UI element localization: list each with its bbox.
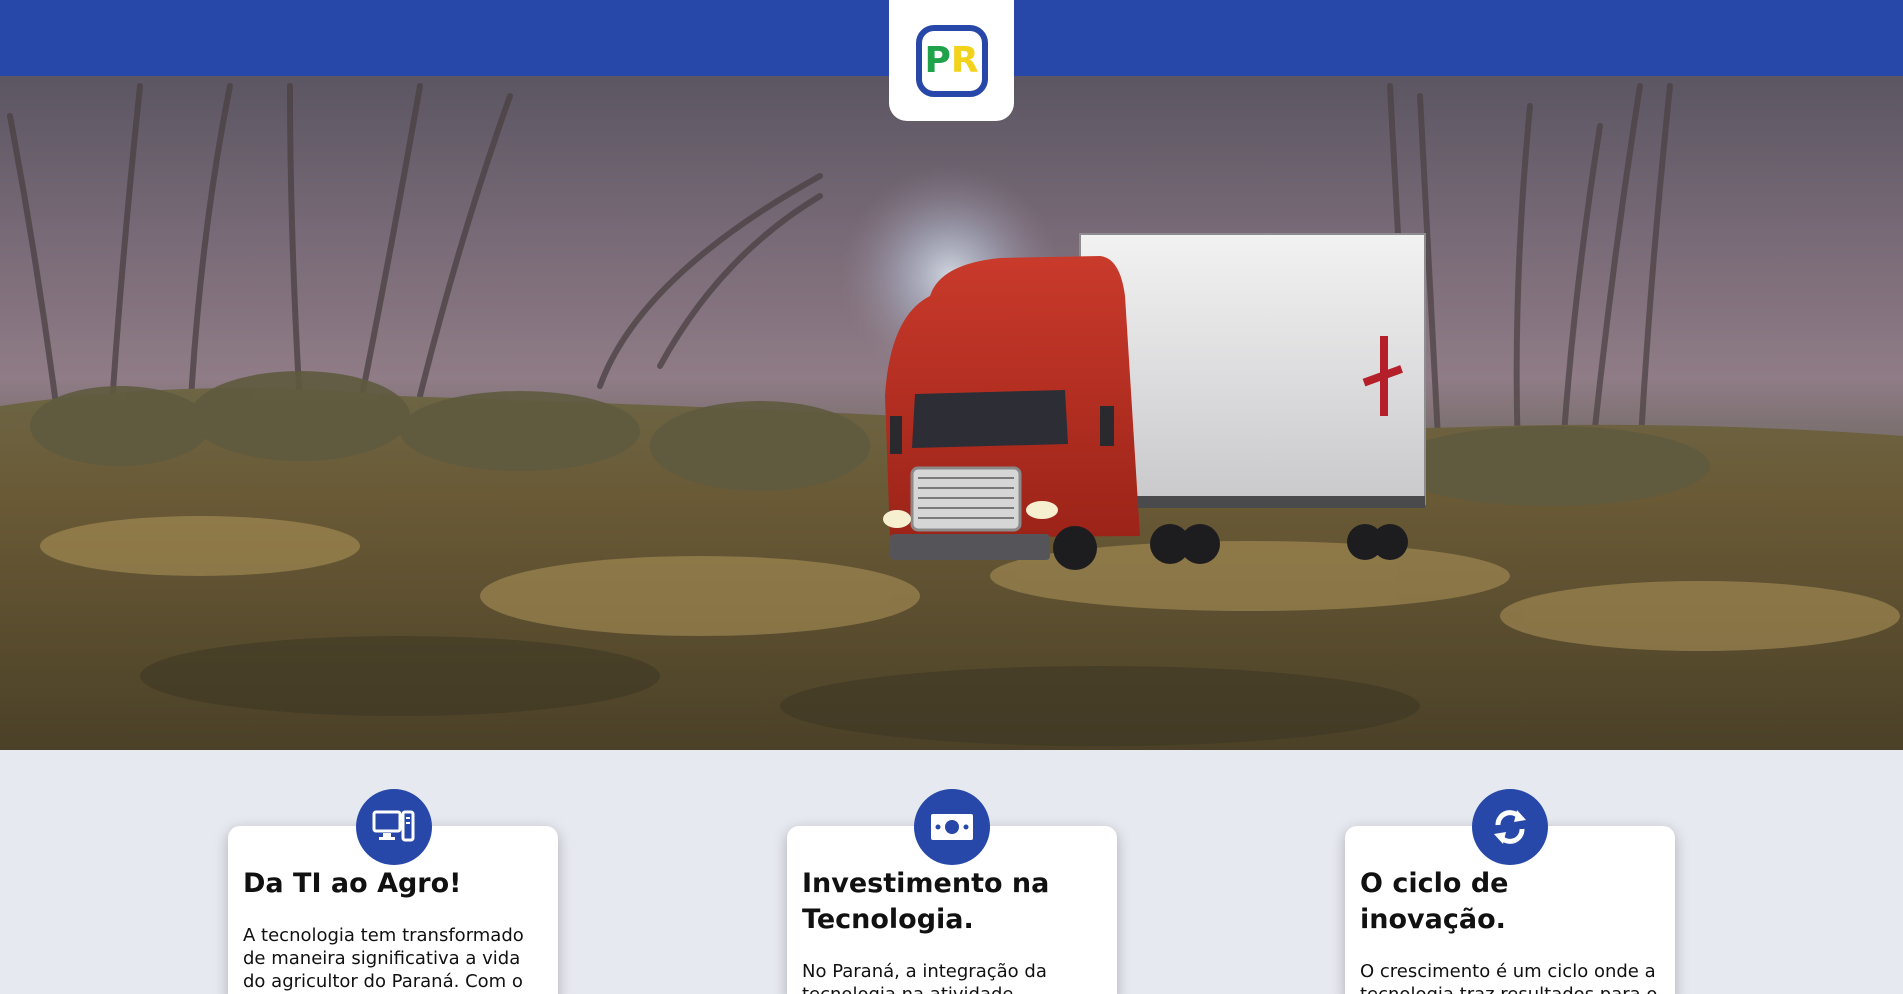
site-logo[interactable]: PR	[889, 0, 1014, 121]
card-title: Da TI ao Agro!	[243, 868, 462, 899]
card-title: Investimento na Tecnologia.	[802, 868, 1050, 935]
card-title: O ciclo de inovação.	[1360, 868, 1509, 935]
computer-icon	[356, 789, 432, 865]
logo-letter-r: R	[950, 39, 979, 81]
money-icon	[914, 789, 990, 865]
page: PR Da TI ao Agro! A tecnologia tem trans…	[0, 0, 1903, 994]
card-text: O crescimento é um ciclo onde a tecnolog…	[1360, 961, 1657, 994]
pr-logo-badge: PR	[915, 24, 988, 97]
card-text: A tecnologia tem transformado de maneira…	[243, 925, 524, 992]
logo-letter-p: P	[924, 39, 951, 81]
truck-in-field-image	[0, 83, 1903, 750]
hero-banner-image	[0, 76, 1903, 750]
card-text: No Paraná, a integração da tecnologia na…	[802, 961, 1047, 994]
refresh-cycle-icon	[1472, 789, 1548, 865]
